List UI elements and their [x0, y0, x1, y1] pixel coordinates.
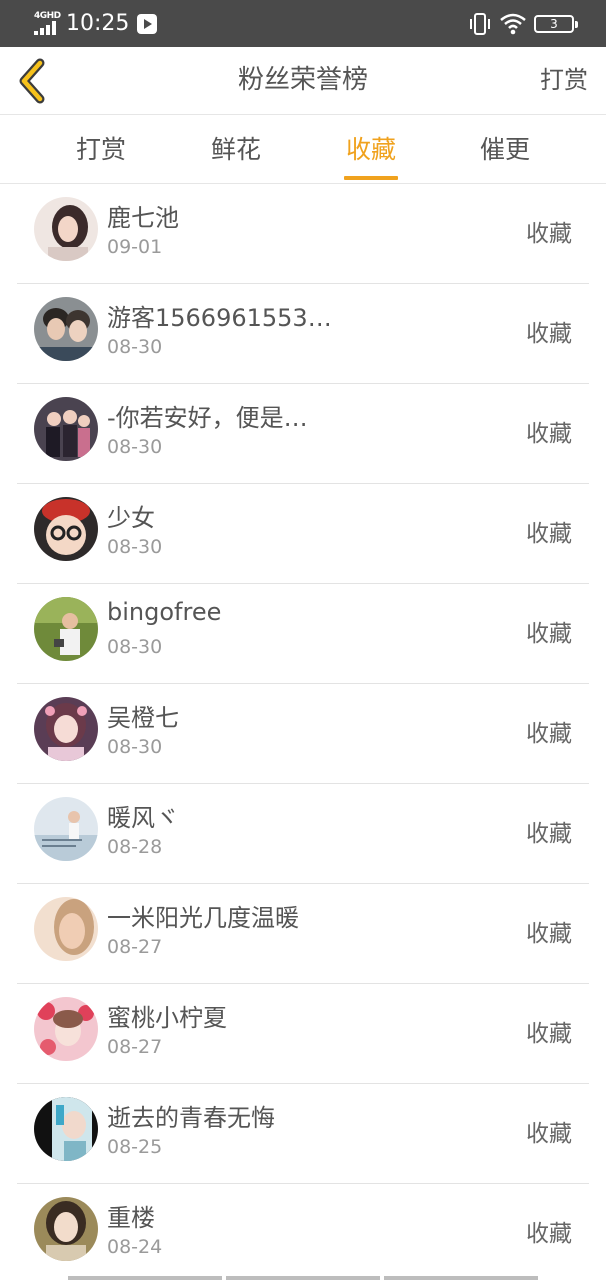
network-type: 4GHD: [34, 11, 61, 21]
tab-label: 鲜花: [210, 135, 261, 164]
action-label: 收藏: [526, 921, 572, 947]
list-item[interactable]: 蜜桃小柠夏 08-27 收藏: [17, 984, 589, 1084]
wifi-icon: [500, 13, 526, 35]
vibrate-icon: [470, 13, 490, 35]
avatar: [34, 1197, 98, 1261]
page-title: 粉丝荣誉榜: [237, 65, 368, 95]
tab-flowers[interactable]: 鲜花: [186, 115, 286, 183]
user-name: 蜜桃小柠夏: [107, 1004, 227, 1032]
item-date: 09-01: [107, 236, 163, 258]
avatar: [34, 597, 98, 661]
list-item[interactable]: -你若安好，便是… 08-30 收藏: [17, 384, 589, 484]
item-date: 08-28: [107, 836, 163, 858]
user-name: 鹿七池: [107, 204, 179, 232]
active-tab-indicator: [344, 176, 398, 180]
avatar: [34, 397, 98, 461]
item-date: 08-30: [107, 336, 163, 358]
video-notification-icon: [137, 14, 158, 34]
fan-list: 鹿七池 09-01 收藏 游客1566961553… 08-30 收藏 -你若安…: [0, 184, 606, 1280]
avatar: [34, 197, 98, 261]
list-item[interactable]: 重楼 08-24 收藏: [17, 1184, 589, 1280]
user-name: 吴橙七: [107, 704, 179, 732]
tab-label: 收藏: [345, 135, 396, 164]
avatar: [34, 797, 98, 861]
tab-favorites[interactable]: 收藏: [321, 115, 421, 183]
action-label: 收藏: [526, 721, 572, 747]
user-name: 逝去的青春无悔: [107, 1104, 275, 1132]
tab-label: 催更: [479, 135, 530, 164]
item-date: 08-27: [107, 936, 163, 958]
user-name: 少女: [107, 504, 155, 532]
action-label: 收藏: [526, 421, 572, 447]
avatar: [34, 697, 98, 761]
user-name: bingofree: [107, 598, 222, 626]
action-label: 收藏: [526, 321, 572, 347]
tab-reward[interactable]: 打赏: [51, 115, 151, 183]
cellular-signal-icon: 4GHD: [32, 11, 62, 37]
user-name: 暖风ヾ: [107, 804, 179, 832]
item-date: 08-25: [107, 1136, 163, 1158]
action-label: 收藏: [526, 821, 572, 847]
user-name: -你若安好，便是…: [107, 404, 308, 432]
avatar: [34, 997, 98, 1061]
battery-level: 3: [550, 17, 558, 31]
item-date: 08-30: [107, 636, 163, 658]
list-item[interactable]: 吴橙七 08-30 收藏: [17, 684, 589, 784]
list-item[interactable]: 暖风ヾ 08-28 收藏: [17, 784, 589, 884]
action-label: 收藏: [526, 1021, 572, 1047]
user-name: 重楼: [107, 1204, 155, 1232]
item-date: 08-30: [107, 736, 163, 758]
list-item[interactable]: 逝去的青春无悔 08-25 收藏: [17, 1084, 589, 1184]
item-date: 08-30: [107, 436, 163, 458]
user-name: 一米阳光几度温暖: [107, 904, 299, 932]
tab-bar: 打赏 鲜花 收藏 催更: [0, 115, 606, 184]
avatar: [34, 497, 98, 561]
action-label: 收藏: [526, 621, 572, 647]
tab-urge-update[interactable]: 催更: [455, 115, 555, 183]
action-label: 收藏: [526, 1221, 572, 1247]
avatar: [34, 297, 98, 361]
user-name: 游客1566961553…: [107, 304, 332, 332]
app-header: 粉丝荣誉榜 打赏: [0, 47, 606, 115]
list-item[interactable]: 一米阳光几度温暖 08-27 收藏: [17, 884, 589, 984]
avatar: [34, 897, 98, 961]
status-bar: 4GHD 10:25 3: [0, 0, 606, 47]
item-date: 08-30: [107, 536, 163, 558]
clock: 10:25: [66, 11, 130, 36]
list-item[interactable]: 游客1566961553… 08-30 收藏: [17, 284, 589, 384]
battery-icon: 3: [534, 15, 578, 33]
avatar: [34, 1097, 98, 1161]
list-item[interactable]: 少女 08-30 收藏: [17, 484, 589, 584]
list-item[interactable]: 鹿七池 09-01 收藏: [17, 184, 589, 284]
action-label: 收藏: [526, 521, 572, 547]
list-item[interactable]: bingofree 08-30 收藏: [17, 584, 589, 684]
reward-button[interactable]: 打赏: [540, 47, 588, 113]
action-label: 收藏: [526, 1121, 572, 1147]
scroll-indicator: [68, 1276, 538, 1280]
item-date: 08-27: [107, 1036, 163, 1058]
action-label: 收藏: [526, 221, 572, 247]
item-date: 08-24: [107, 1236, 163, 1258]
tab-label: 打赏: [75, 135, 126, 164]
